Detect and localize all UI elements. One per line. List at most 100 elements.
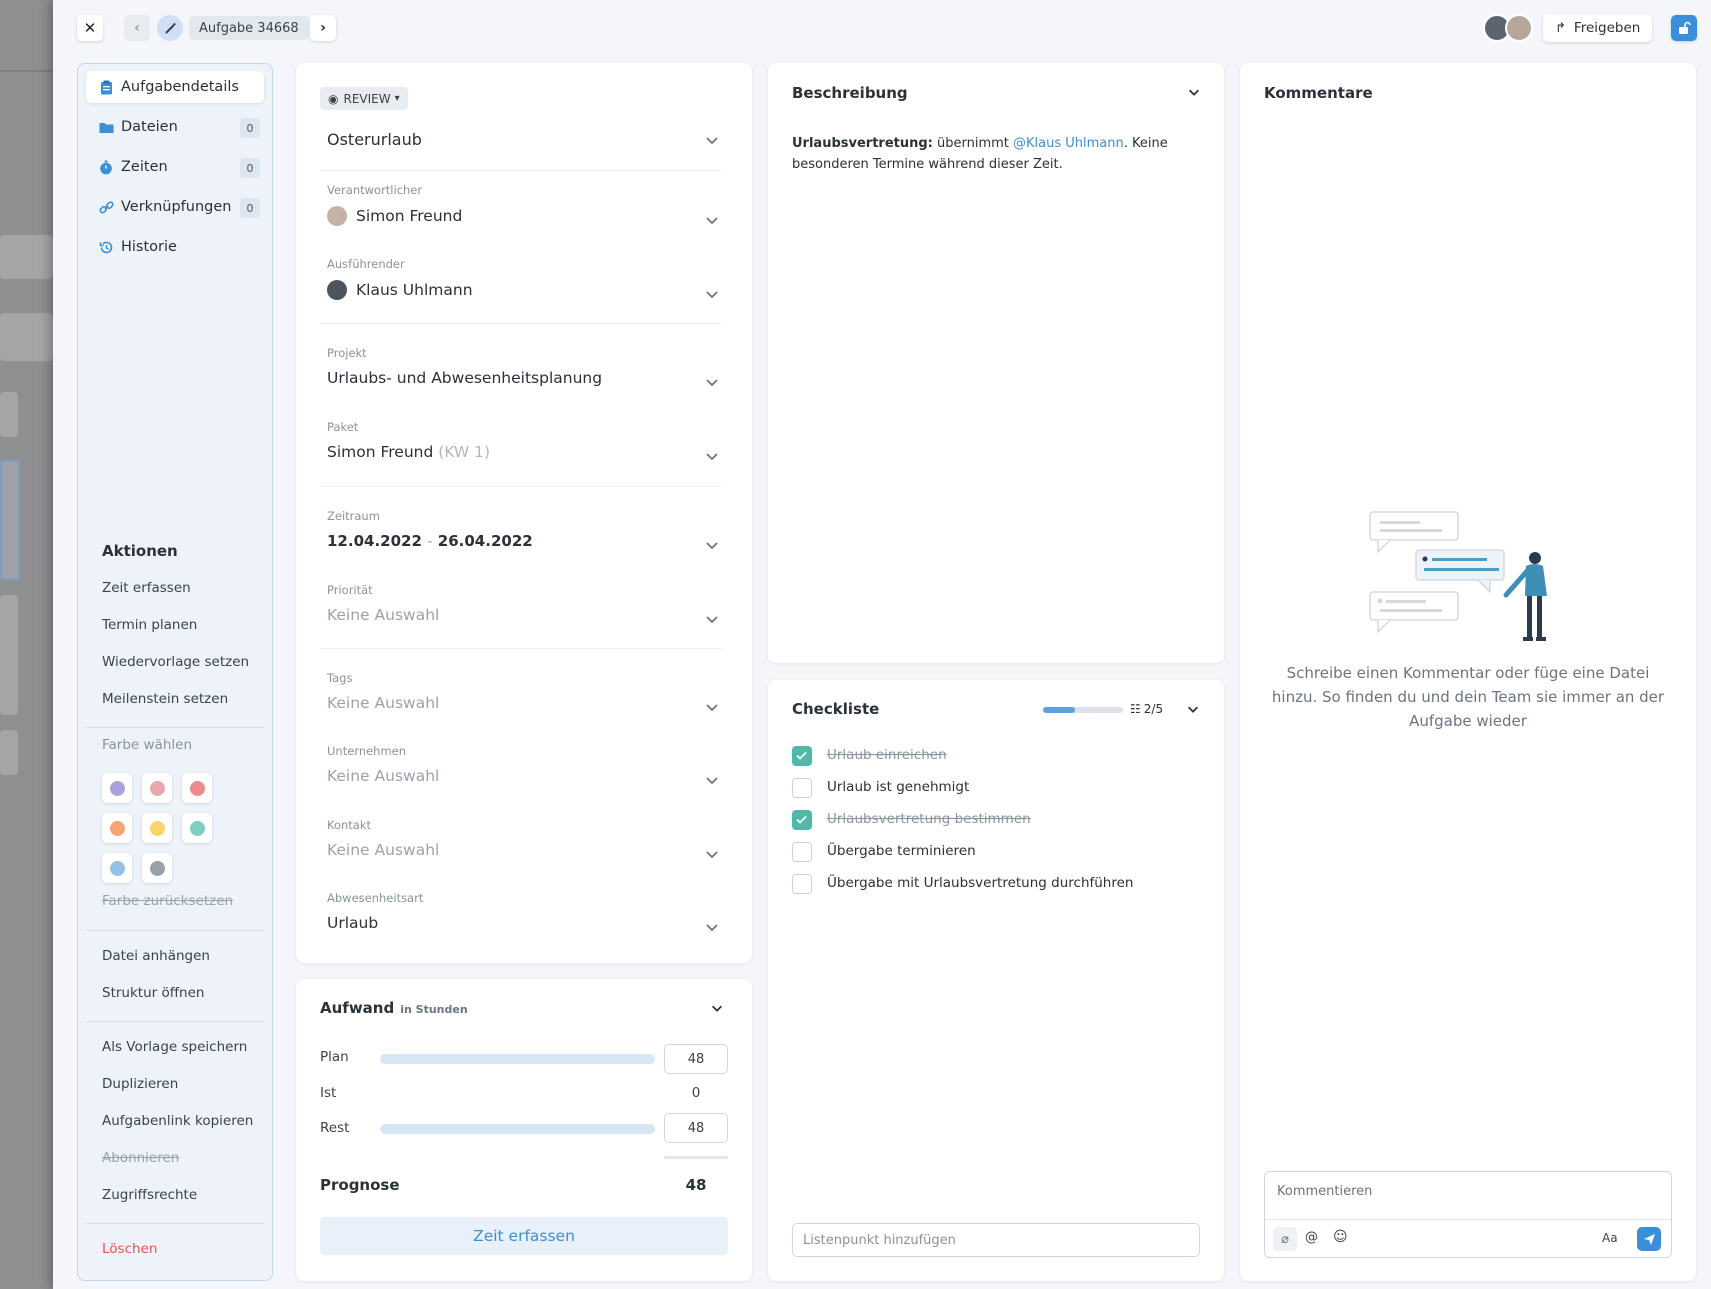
send-button[interactable] xyxy=(1637,1227,1661,1251)
chevron-down-icon[interactable] xyxy=(1186,702,1200,716)
paperclip-icon: ⌀ xyxy=(1281,1231,1289,1247)
task-title[interactable]: Osterurlaub xyxy=(327,130,422,149)
checklist-item-text[interactable]: Urlaub ist genehmigt xyxy=(827,779,969,795)
sidebar-item-times[interactable]: Zeiten 0 xyxy=(86,151,264,183)
sidebar-item-label: Verknüpfungen xyxy=(121,199,232,215)
checklist-checkbox[interactable] xyxy=(792,746,812,766)
action-duplicate[interactable]: Duplizieren xyxy=(102,1076,178,1092)
share-button[interactable]: ↱ Freigeben xyxy=(1543,14,1653,42)
rest-bar xyxy=(380,1124,655,1134)
edit-button[interactable] xyxy=(157,15,183,41)
color-swatch[interactable] xyxy=(182,773,212,803)
overlay-divider xyxy=(0,70,53,72)
chevron-down-icon[interactable] xyxy=(710,1001,724,1015)
forward-button[interactable]: › xyxy=(310,15,336,41)
action-save-template[interactable]: Als Vorlage speichern xyxy=(102,1039,247,1055)
checklist-checkbox[interactable] xyxy=(792,842,812,862)
checklist-checkbox[interactable] xyxy=(792,874,812,894)
attach-button[interactable]: ⌀ xyxy=(1273,1227,1297,1251)
chevron-down-icon[interactable] xyxy=(704,772,720,788)
unlock-button[interactable] xyxy=(1671,15,1697,41)
chevron-down-icon[interactable] xyxy=(704,699,720,715)
chevron-down-icon[interactable] xyxy=(704,919,720,935)
close-icon: ✕ xyxy=(83,19,97,37)
color-swatch[interactable] xyxy=(182,813,212,843)
plan-input[interactable]: 48 xyxy=(664,1044,728,1074)
color-swatch[interactable] xyxy=(142,773,172,803)
divider xyxy=(320,486,722,487)
description-text[interactable]: Urlaubsvertretung: übernimmt @Klaus Uhlm… xyxy=(792,133,1172,175)
absence-value[interactable]: Urlaub xyxy=(327,914,378,932)
background-overlay[interactable] xyxy=(0,0,53,1289)
chevron-down-icon[interactable] xyxy=(704,286,720,302)
close-button[interactable]: ✕ xyxy=(77,15,103,41)
color-swatch[interactable] xyxy=(142,813,172,843)
avatar xyxy=(327,206,347,226)
color-swatch[interactable] xyxy=(102,773,132,803)
action-schedule[interactable]: Termin planen xyxy=(102,617,197,633)
mention-button[interactable]: @ xyxy=(1305,1230,1318,1245)
priority-value[interactable]: Keine Auswahl xyxy=(327,606,439,624)
action-delete[interactable]: Löschen xyxy=(102,1241,157,1257)
action-open-structure[interactable]: Struktur öffnen xyxy=(102,985,204,1001)
color-dot xyxy=(109,780,125,796)
color-swatch[interactable] xyxy=(142,853,172,883)
log-time-button[interactable]: Zeit erfassen xyxy=(320,1217,728,1255)
color-dot xyxy=(109,860,125,876)
sidebar-item-files[interactable]: Dateien 0 xyxy=(86,111,264,143)
chevron-down-icon[interactable] xyxy=(704,448,720,464)
comments-card: Kommentare Schreibe einen Kommentar oder… xyxy=(1240,63,1696,1281)
color-dot xyxy=(109,820,125,836)
task-id-badge[interactable]: Aufgabe 34668 xyxy=(189,16,309,40)
avatar[interactable] xyxy=(1505,14,1533,42)
action-follow-up[interactable]: Wiedervorlage setzen xyxy=(102,654,249,670)
period-field[interactable]: 12.04.2022 - 26.04.2022 xyxy=(327,532,533,550)
executor-field[interactable]: Klaus Uhlmann xyxy=(327,280,473,300)
responsible-field[interactable]: Simon Freund xyxy=(327,206,462,226)
sidebar-item-details[interactable]: Aufgabendetails xyxy=(86,71,264,103)
chevron-down-icon[interactable] xyxy=(704,537,720,553)
action-milestone[interactable]: Meilenstein setzen xyxy=(102,691,228,707)
forecast-value: 48 xyxy=(685,1176,707,1194)
details-card: ◉ REVIEW ▾ Osterurlaub Verantwortlicher … xyxy=(296,63,752,963)
checklist-item-text[interactable]: Urlaubsvertretung bestimmen xyxy=(827,811,1031,827)
project-value[interactable]: Urlaubs- und Abwesenheitsplanung xyxy=(327,369,602,387)
chevron-down-icon[interactable] xyxy=(1187,85,1201,99)
status-label: REVIEW xyxy=(343,91,391,106)
checklist-add-input[interactable]: Listenpunkt hinzufügen xyxy=(792,1223,1200,1257)
rest-input[interactable]: 48 xyxy=(664,1113,728,1143)
checklist-item-text[interactable]: Übergabe mit Urlaubsvertretung durchführ… xyxy=(827,875,1133,891)
send-icon xyxy=(1643,1233,1655,1245)
company-value[interactable]: Keine Auswahl xyxy=(327,767,439,785)
package-field[interactable]: Simon Freund (KW 1) xyxy=(327,443,490,461)
mention-link[interactable]: @Klaus Uhlmann xyxy=(1013,136,1124,151)
color-swatch[interactable] xyxy=(102,853,132,883)
action-attach-file[interactable]: Datei anhängen xyxy=(102,948,210,964)
checklist-checkbox[interactable] xyxy=(792,778,812,798)
action-access-rights[interactable]: Zugriffsrechte xyxy=(102,1187,197,1203)
emoji-button[interactable]: ☺ xyxy=(1333,1229,1348,1245)
chevron-down-icon[interactable] xyxy=(704,374,720,390)
comment-input[interactable]: Kommentieren xyxy=(1277,1184,1372,1199)
sidebar-item-links[interactable]: Verknüpfungen 0 xyxy=(86,191,264,223)
status-dropdown[interactable]: ◉ REVIEW ▾ xyxy=(320,87,408,110)
chevron-down-icon[interactable] xyxy=(704,212,720,228)
back-button[interactable]: ‹ xyxy=(124,15,150,41)
period-start: 12.04.2022 xyxy=(327,532,422,550)
action-copy-link[interactable]: Aufgabenlink kopieren xyxy=(102,1113,253,1129)
chevron-down-icon[interactable] xyxy=(704,611,720,627)
overlay-block xyxy=(0,235,53,279)
contact-value[interactable]: Keine Auswahl xyxy=(327,841,439,859)
chevron-down-icon[interactable] xyxy=(704,846,720,862)
action-log-time[interactable]: Zeit erfassen xyxy=(102,580,191,596)
checklist-checkbox[interactable] xyxy=(792,810,812,830)
sidebar-item-history[interactable]: Historie xyxy=(86,231,264,263)
checklist-item-text[interactable]: Übergabe terminieren xyxy=(827,843,976,859)
period-end: 26.04.2022 xyxy=(437,532,533,550)
tags-value[interactable]: Keine Auswahl xyxy=(327,694,439,712)
stopwatch-icon xyxy=(98,159,114,175)
checklist-item-text[interactable]: Urlaub einreichen xyxy=(827,747,947,763)
color-swatch[interactable] xyxy=(102,813,132,843)
format-button[interactable]: Aa xyxy=(1602,1231,1618,1245)
chevron-down-icon[interactable] xyxy=(704,132,720,148)
